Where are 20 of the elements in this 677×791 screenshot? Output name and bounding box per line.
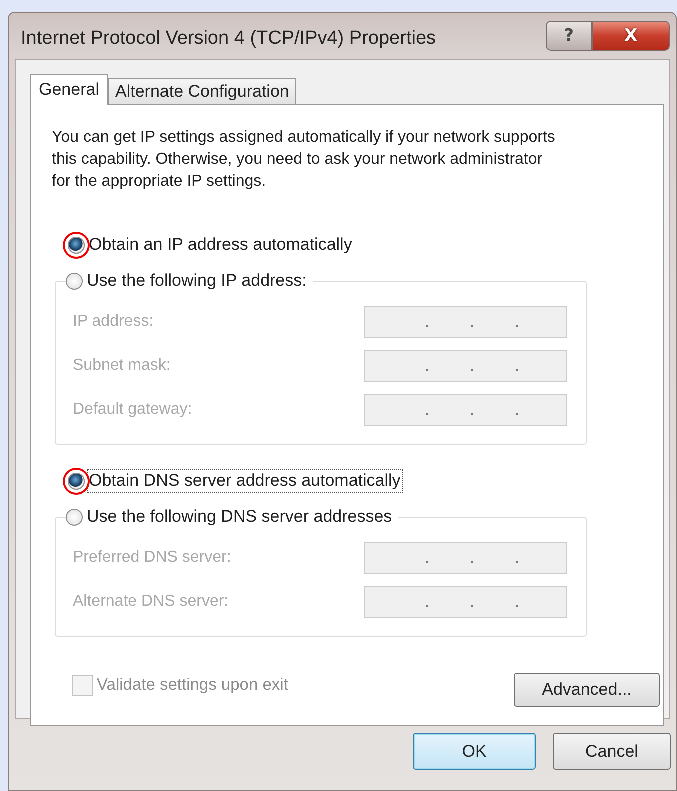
radio-button[interactable] [66, 508, 83, 526]
radio-label[interactable]: Use the following DNS server addresses [85, 505, 394, 529]
field-label: Default gateway: [73, 401, 192, 419]
ok-button[interactable]: OK [413, 733, 536, 770]
description-text: You can get IP settings assigned automatically if your network supports this capability. Otherwise, you need to ask your network administrator for the appropriate IP settings. [52, 128, 556, 192]
field-label: Subnet mask: [73, 357, 171, 375]
help-button[interactable]: ? [546, 21, 592, 51]
window-title: Internet Protocol Version 4 (TCP/IPv4) Properties [21, 28, 436, 50]
field-label: IP address: [73, 313, 154, 331]
radio-label[interactable]: Obtain DNS server address automatically [87, 469, 403, 493]
field-label: Alternate DNS server: [73, 593, 229, 611]
cancel-button[interactable]: Cancel [553, 733, 671, 770]
radio-button[interactable] [66, 272, 83, 290]
close-button[interactable]: X [592, 21, 670, 51]
radio-label[interactable]: Obtain an IP address automatically [87, 233, 354, 257]
advanced-button[interactable]: Advanced... [514, 673, 660, 707]
radio-label[interactable]: Use the following IP address: [85, 269, 309, 293]
tab[interactable]: Alternate Configuration [108, 78, 296, 104]
field-label: Preferred DNS server: [73, 549, 232, 567]
tab[interactable]: General [30, 74, 108, 105]
